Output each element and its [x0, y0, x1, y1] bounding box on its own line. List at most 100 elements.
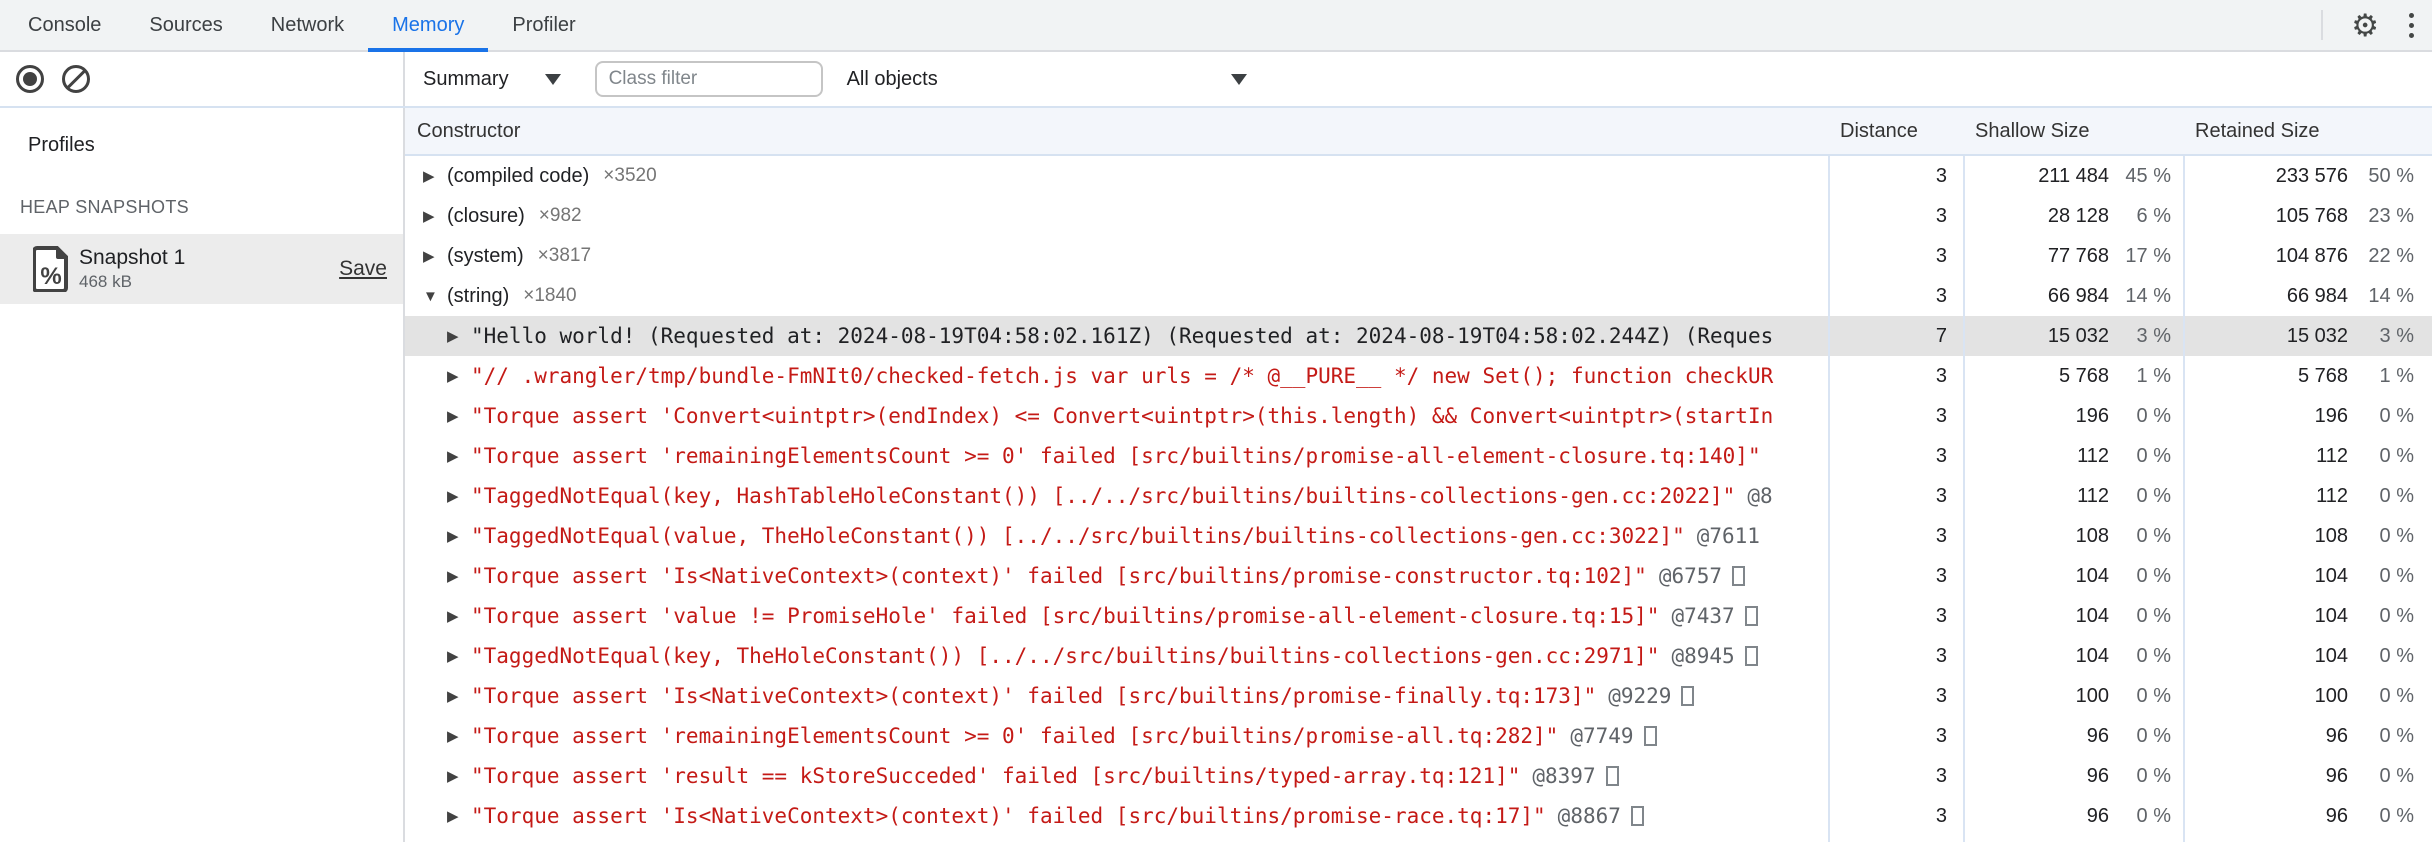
tab-profiler[interactable]: Profiler — [488, 0, 599, 50]
retained-size-percent: 0 % — [2379, 444, 2414, 467]
retained-size-cell: 104 0 % — [2183, 565, 2430, 588]
tab-network[interactable]: Network — [247, 0, 368, 50]
constructor-cell: ▶ "TaggedNotEqual(key, TheHoleConstant())… — [405, 644, 1828, 668]
chevron-expanded-icon[interactable]: ▼ — [423, 288, 447, 305]
object-id: @8397 — [1532, 764, 1596, 788]
table-row[interactable]: ▶ "Torque assert 'remainingElementsCount … — [405, 436, 2432, 476]
shallow-size-percent: 0 % — [2136, 764, 2171, 787]
table-row[interactable]: ▶ "// .wrangler/tmp/bundle-FmNIt0/checked… — [405, 356, 2432, 396]
chevron-collapsed-icon[interactable]: ▶ — [447, 727, 471, 745]
constructor-cell: ▶ "Torque assert 'Is<NativeContext>(conte… — [405, 564, 1828, 588]
retained-size-percent: 0 % — [2379, 724, 2414, 747]
chevron-collapsed-icon[interactable]: ▶ — [447, 767, 471, 785]
table-row[interactable]: ▶ (compiled code) ×3520 3 211 484 45 % 233 576… — [405, 156, 2432, 196]
string-value: "Torque assert 'remainingElementsCount >… — [471, 724, 1559, 748]
chevron-collapsed-icon[interactable]: ▶ — [423, 247, 447, 265]
shallow-size-cell: 96 0 % — [1963, 725, 2183, 748]
string-value: "Torque assert 'value != PromiseHole' fa… — [471, 604, 1660, 628]
constructor-cell: ▶ "Torque assert 'Is<NativeContext>(conte… — [405, 804, 1828, 828]
table-row[interactable]: ▶ (closure) ×982 3 28 128 6 % 105 768 23 % — [405, 196, 2432, 236]
column-header-constructor[interactable]: Constructor — [405, 120, 1828, 143]
box-glyph-icon — [1732, 566, 1746, 586]
distance-cell: 3 — [1935, 604, 1947, 627]
retained-size-cell: 15 032 3 % — [2183, 325, 2430, 348]
chevron-collapsed-icon[interactable]: ▶ — [423, 167, 447, 185]
box-glyph-icon — [1744, 606, 1758, 626]
chevron-collapsed-icon[interactable]: ▶ — [447, 807, 471, 825]
memory-toolbar: Summary All objects — [0, 52, 2432, 108]
tab-console[interactable]: Console — [4, 0, 125, 50]
table-row[interactable]: ▶ "Torque assert 'Convert<uintptr>(endInd… — [405, 396, 2432, 436]
shallow-size-percent: 0 % — [2136, 604, 2171, 627]
object-id: @7437 — [1671, 604, 1735, 628]
constructor-name: (closure) — [447, 204, 525, 227]
string-value: "TaggedNotEqual(key, HashTableHoleConsta… — [471, 484, 1736, 508]
retained-size-value: 196 — [2314, 404, 2348, 427]
chevron-collapsed-icon[interactable]: ▶ — [447, 687, 471, 705]
table-row[interactable]: ▶ (system) ×3817 3 77 768 17 % 104 876 22 % — [405, 236, 2432, 276]
perspective-dropdown[interactable]: Summary — [423, 68, 561, 91]
record-heap-snapshot-icon[interactable] — [16, 65, 44, 93]
shallow-size-percent: 14 % — [2125, 284, 2171, 307]
shallow-size-cell: 112 0 % — [1963, 445, 2183, 468]
chevron-collapsed-icon[interactable]: ▶ — [447, 607, 471, 625]
tab-memory[interactable]: Memory — [368, 0, 489, 52]
objects-value: All objects — [846, 67, 938, 90]
gear-icon[interactable]: ⚙ — [2351, 10, 2379, 41]
shallow-size-cell: 96 0 % — [1963, 765, 2183, 788]
chevron-collapsed-icon[interactable]: ▶ — [447, 527, 471, 545]
table-row[interactable]: ▶ "Torque assert 'result == kStoreSuccede… — [405, 756, 2432, 796]
snapshot-name: Snapshot 1 — [79, 246, 186, 269]
table-row[interactable]: ▶ "Hello world! (Requested at: 2024-08-19… — [405, 316, 2432, 356]
constructor-cell: ▼ (string) ×1840 — [405, 285, 1828, 308]
string-value: "Torque assert 'Convert<uintptr>(endInde… — [471, 404, 1774, 428]
shallow-size-percent: 3 % — [2136, 324, 2171, 347]
chevron-collapsed-icon[interactable]: ▶ — [447, 647, 471, 665]
table-row[interactable]: ▼ (string) ×1840 3 66 984 14 % 66 984 14 % — [405, 276, 2432, 316]
retained-size-percent: 14 % — [2368, 284, 2414, 307]
column-header-shallow-size[interactable]: Shallow Size — [1963, 120, 2183, 143]
column-header-distance[interactable]: Distance — [1828, 120, 1963, 143]
shallow-size-percent: 0 % — [2136, 724, 2171, 747]
table-row[interactable]: ▶ "Torque assert 'value != PromiseHole' f… — [405, 596, 2432, 636]
constructor-cell: ▶ "Torque assert 'Convert<uintptr>(endInd… — [405, 404, 1828, 428]
retained-size-cell: 96 0 % — [2183, 805, 2430, 828]
kebab-menu-icon[interactable] — [2405, 9, 2418, 42]
heap-snapshot-percent-icon: % — [33, 246, 68, 292]
save-link[interactable]: Save — [339, 257, 387, 281]
shallow-size-value: 112 — [2077, 484, 2109, 507]
chevron-collapsed-icon[interactable]: ▶ — [447, 567, 471, 585]
table-row[interactable]: ▶ "Torque assert 'remainingElementsCount … — [405, 716, 2432, 756]
chevron-collapsed-icon[interactable]: ▶ — [447, 367, 471, 385]
shallow-size-value: 104 — [2075, 604, 2109, 627]
object-id: @8945 — [1671, 644, 1735, 668]
clear-profiles-icon[interactable] — [62, 65, 90, 93]
chevron-collapsed-icon[interactable]: ▶ — [423, 207, 447, 225]
retained-size-cell: 5 768 1 % — [2183, 365, 2430, 388]
column-header-retained-size[interactable]: Retained Size — [2183, 120, 2432, 143]
table-row[interactable]: ▶ "Torque assert 'Is<NativeContext>(conte… — [405, 796, 2432, 836]
object-id: @7749 — [1570, 724, 1634, 748]
table-row[interactable]: ▶ "TaggedNotEqual(value, TheHoleConstant(… — [405, 516, 2432, 556]
shallow-size-cell: 5 768 1 % — [1963, 365, 2183, 388]
retained-size-cell: 105 768 23 % — [2183, 205, 2430, 228]
constructor-cell: ▶ "TaggedNotEqual(value, TheHoleConstant(… — [405, 524, 1828, 548]
chevron-collapsed-icon[interactable]: ▶ — [447, 487, 471, 505]
class-filter-input[interactable] — [594, 61, 823, 97]
tab-sources[interactable]: Sources — [125, 0, 246, 50]
box-glyph-icon — [1630, 806, 1644, 826]
retained-size-percent: 50 % — [2368, 164, 2414, 187]
objects-dropdown[interactable]: All objects — [847, 68, 1247, 91]
table-row[interactable]: ▶ "TaggedNotEqual(key, TheHoleConstant())… — [405, 636, 2432, 676]
table-row[interactable]: ▶ "TaggedNotEqual(key, HashTableHoleConst… — [405, 476, 2432, 516]
table-row[interactable]: ▶ "Torque assert 'Is<NativeContext>(conte… — [405, 556, 2432, 596]
table-row[interactable]: ▶ "Torque assert 'Is<NativeContext>(conte… — [405, 676, 2432, 716]
retained-size-cell: 112 0 % — [2183, 445, 2430, 468]
svg-text:%: % — [40, 263, 61, 290]
chevron-collapsed-icon[interactable]: ▶ — [447, 327, 471, 345]
chevron-collapsed-icon[interactable]: ▶ — [447, 447, 471, 465]
retained-size-value: 66 984 — [2286, 284, 2348, 307]
sidebar-item-snapshot-1[interactable]: % Snapshot 1 468 kB Save — [0, 234, 403, 304]
chevron-collapsed-icon[interactable]: ▶ — [447, 407, 471, 425]
shallow-size-value: 96 — [2086, 724, 2109, 747]
